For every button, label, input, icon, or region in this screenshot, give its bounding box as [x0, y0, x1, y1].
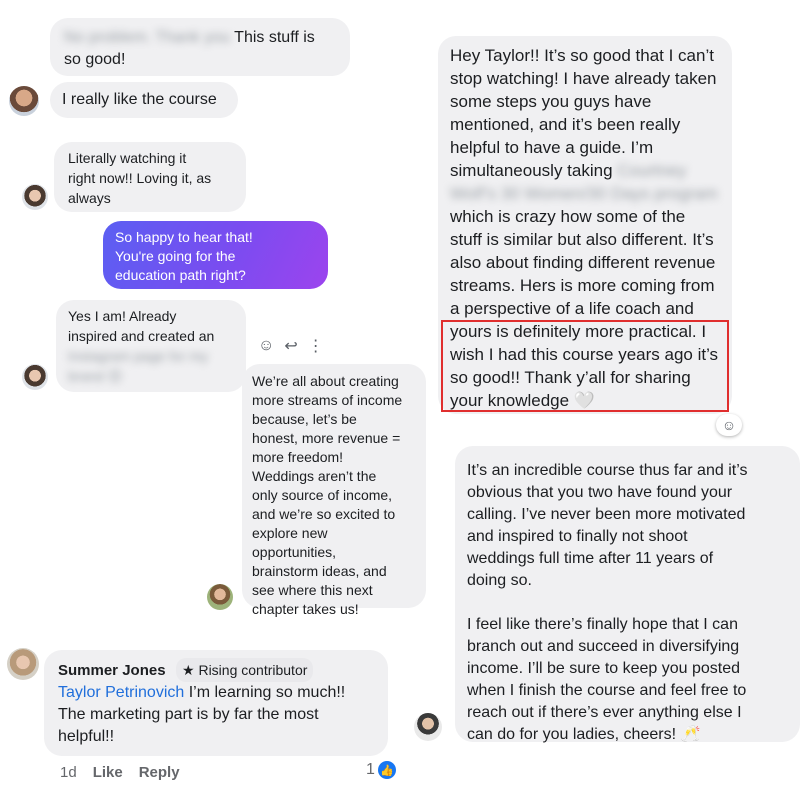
message-text: So happy to hear that! [115, 229, 253, 245]
message-text: chapter takes us! [252, 601, 359, 617]
avatar[interactable] [9, 86, 39, 116]
message-text: stuff is similar but also different. It’… [450, 230, 714, 249]
message-text: and we’re so excited to [252, 506, 396, 522]
message-text: explore new [252, 525, 328, 541]
message-actions: ☺ ↩ ⋮ [258, 336, 324, 356]
like-count[interactable]: 1 👍 [366, 761, 396, 779]
message-text: It’s an incredible course thus far and i… [467, 462, 748, 479]
message-text: income. I’ll be sure to keep you posted [467, 660, 741, 677]
message-bubble[interactable]: Yes I am! Already inspired and created a… [56, 300, 246, 392]
message-text: which is crazy how some of the [450, 207, 686, 226]
blurred-text: brand 😊 [68, 368, 123, 384]
message-text: opportunities, [252, 544, 337, 560]
comment-bubble[interactable]: Summer Jones ★ Rising contributor Taylor… [44, 650, 388, 756]
message-text: reach out if there’s ever anything else … [467, 704, 742, 721]
message-text: simultaneously taking [450, 161, 613, 180]
message-bubble[interactable]: I really like the course [50, 82, 238, 118]
avatar[interactable] [414, 713, 442, 741]
message-text: mentioned, and it’s been really [450, 115, 681, 134]
message-text: calling. I’ve never been more motivated [467, 506, 746, 523]
star-icon: ★ [182, 662, 195, 678]
message-text: Hey Taylor!! It’s so good that I can’t [450, 46, 714, 65]
message-text: streams. Hers is more coming from [450, 276, 715, 295]
message-text: Literally watching it [68, 150, 187, 166]
like-button[interactable]: Like [93, 764, 123, 781]
message-text: doing so. [467, 572, 532, 589]
avatar[interactable] [22, 364, 48, 390]
avatar[interactable] [207, 584, 233, 610]
message-text: brainstorm ideas, and [252, 563, 387, 579]
message-text: can do for you ladies, cheers! 🥂 [467, 726, 701, 743]
emoji-react-icon[interactable]: ☺ [258, 337, 274, 355]
reply-button[interactable]: Reply [139, 764, 180, 781]
message-text: and inspired to finally not shoot [467, 528, 688, 545]
message-text: Yes I am! Already [68, 308, 177, 324]
avatar[interactable] [22, 184, 48, 210]
blurred-text: Courtney [617, 161, 687, 180]
message-text: This stuff is [234, 29, 315, 46]
like-count-number: 1 [366, 761, 375, 778]
avatar[interactable] [7, 648, 39, 680]
message-text: honest, more revenue = [252, 430, 401, 446]
message-text: helpful to have a guide. I’m [450, 138, 654, 157]
message-bubble[interactable]: It’s an incredible course thus far and i… [455, 446, 800, 743]
message-text: only source of income, [252, 487, 393, 503]
message-text: stop watching! I have already taken [450, 69, 717, 88]
blurred-text: Instagram page for my [68, 348, 209, 364]
reply-icon[interactable]: ↩ [284, 336, 297, 356]
blurred-text: No problem. Thank you [64, 29, 231, 46]
comment-author[interactable]: Summer Jones [58, 662, 166, 679]
message-text: always [68, 190, 111, 206]
message-text: see where this next [252, 582, 373, 598]
message-text: We’re all about creating [252, 373, 399, 389]
message-text: I really like the course [62, 91, 217, 108]
message-text: more streams of income [252, 392, 403, 408]
message-text: a perspective of a life coach and [450, 299, 694, 318]
message-text: You're going for the [115, 248, 236, 264]
comment-actions: 1d Like Reply [60, 764, 180, 781]
message-bubble[interactable]: We’re all about creating more streams of… [242, 364, 426, 617]
more-options-icon[interactable]: ⋮ [308, 336, 324, 356]
message-text: Weddings aren’t the [252, 468, 377, 484]
thumbs-up-icon: 👍 [377, 761, 396, 779]
add-reaction-icon[interactable]: ☺ [716, 414, 742, 436]
message-text: simultaneously taking Courtney [450, 159, 720, 182]
message-text: education path right? [115, 267, 246, 283]
badge-label: Rising contributor [198, 662, 308, 678]
message-text: I feel like there’s finally hope that I … [467, 616, 738, 633]
sent-message-bubble[interactable]: So happy to hear that! You're going for … [103, 221, 328, 289]
message-text: right now!! Loving it, as [68, 170, 212, 186]
message-text: because, let’s be [252, 411, 357, 427]
message-text: when I finish the course and feel free t… [467, 682, 747, 699]
message-text: also about finding different revenue [450, 253, 716, 272]
message-text: so good! [64, 51, 126, 68]
comment-time: 1d [60, 764, 77, 781]
message-text: branch out and succeed in diversifying [467, 638, 740, 655]
blurred-text: Wolf’s 30 Women/30 Days program [450, 184, 718, 203]
message-bubble[interactable]: Literally watching it right now!! Loving… [54, 142, 246, 212]
highlight-box [441, 320, 729, 412]
contributor-badge: ★ Rising contributor [176, 658, 314, 682]
message-bubble[interactable]: No problem. Thank you This stuff is so g… [50, 18, 350, 76]
message-text: obvious that you two have found your [467, 484, 733, 501]
message-text: more freedom! [252, 449, 344, 465]
message-text: inspired and created an [68, 328, 215, 344]
message-text: weddings full time after 11 years of [467, 550, 714, 567]
mention-link[interactable]: Taylor Petrinovich [58, 684, 184, 701]
message-text: some steps you guys have [450, 92, 652, 111]
